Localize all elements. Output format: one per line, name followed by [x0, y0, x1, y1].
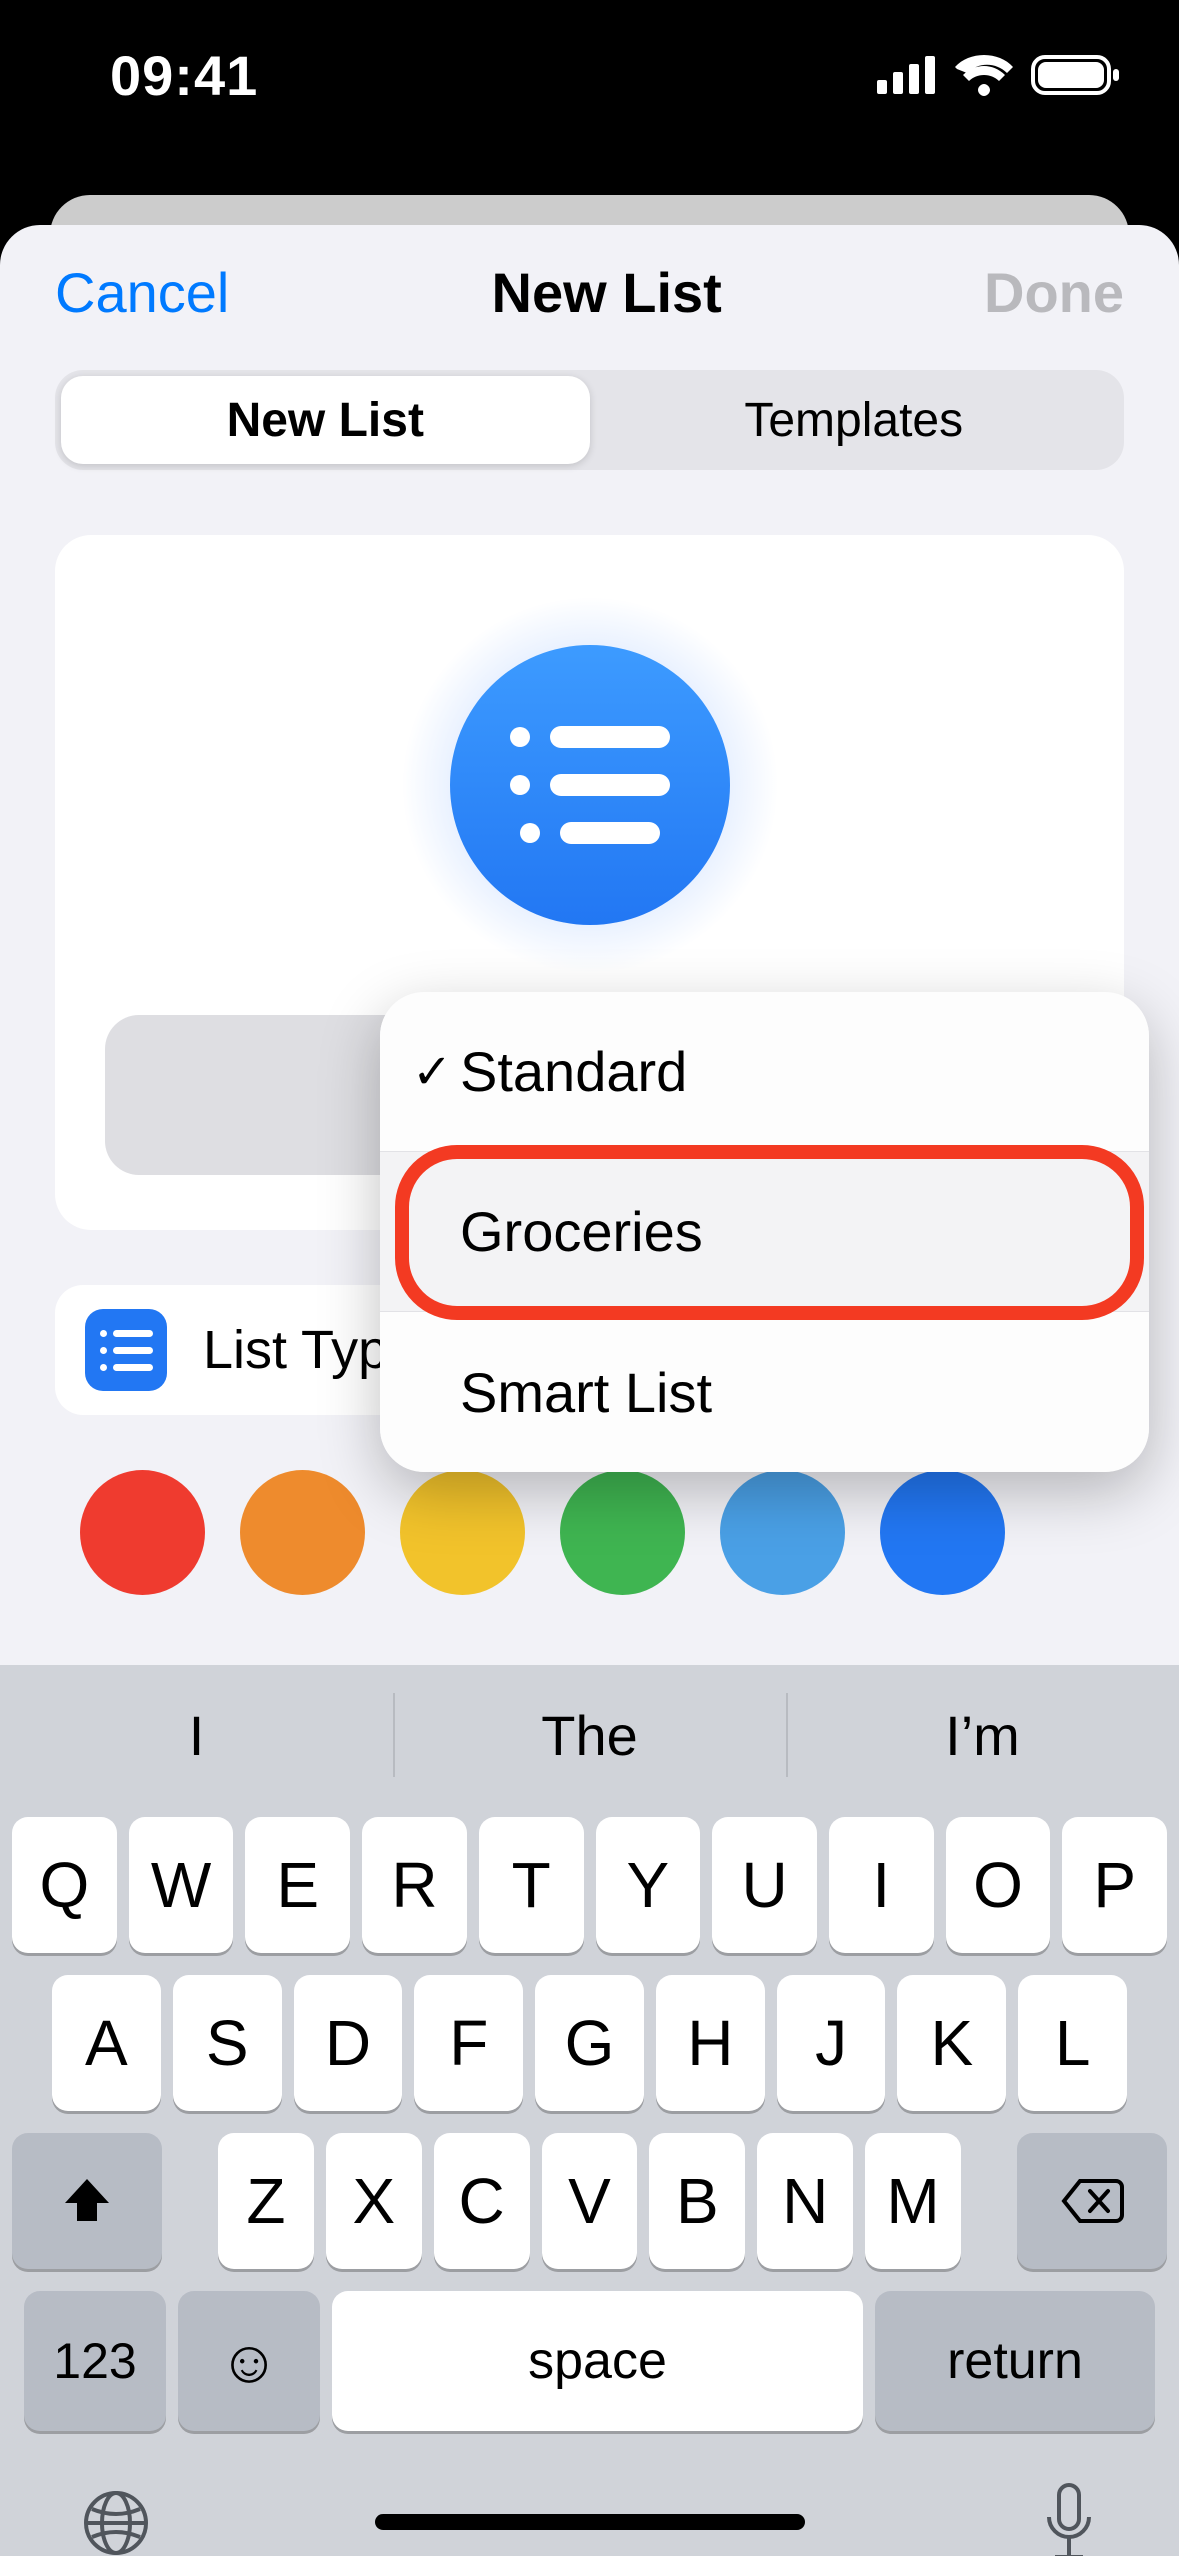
key-row-1: Q W E R T Y U I O P: [12, 1817, 1167, 1953]
tab-templates[interactable]: Templates: [590, 376, 1119, 464]
key-g[interactable]: G: [535, 1975, 644, 2111]
popup-item-label: Standard: [460, 1039, 687, 1104]
key-h[interactable]: H: [656, 1975, 765, 2111]
checkmark-icon: ✓: [412, 1044, 448, 1100]
key-f[interactable]: F: [414, 1975, 523, 2111]
segmented-control[interactable]: New List Templates: [55, 370, 1124, 470]
key-shift[interactable]: [12, 2133, 162, 2269]
suggestion-3[interactable]: I’m: [786, 1665, 1179, 1805]
colors-row: [55, 1470, 1124, 1595]
key-return[interactable]: return: [875, 2291, 1155, 2431]
dictation-icon[interactable]: [1039, 2481, 1099, 2556]
list-type-popup: ✓ Standard Groceries Smart List: [380, 992, 1149, 1472]
key-c[interactable]: C: [434, 2133, 530, 2269]
key-k[interactable]: K: [897, 1975, 1006, 2111]
key-u[interactable]: U: [712, 1817, 817, 1953]
tab-new-list[interactable]: New List: [61, 376, 590, 464]
cellular-signal-icon: [877, 56, 937, 94]
color-swatch-blue[interactable]: [880, 1470, 1005, 1595]
list-type-icon: [85, 1309, 167, 1391]
key-p[interactable]: P: [1062, 1817, 1167, 1953]
done-button[interactable]: Done: [984, 260, 1124, 325]
key-l[interactable]: L: [1018, 1975, 1127, 2111]
list-icon[interactable]: [450, 645, 730, 925]
status-bar: 09:41: [0, 0, 1179, 180]
key-n[interactable]: N: [757, 2133, 853, 2269]
key-backspace[interactable]: [1017, 2133, 1167, 2269]
battery-icon: [1031, 55, 1119, 95]
emoji-icon: ☺: [218, 2327, 279, 2396]
shift-icon: [59, 2173, 115, 2229]
key-o[interactable]: O: [946, 1817, 1051, 1953]
suggestion-2[interactable]: The: [393, 1665, 786, 1805]
color-swatch-orange[interactable]: [240, 1470, 365, 1595]
key-m[interactable]: M: [865, 2133, 961, 2269]
key-v[interactable]: V: [542, 2133, 638, 2269]
list-icon-glow: [400, 595, 780, 975]
key-space[interactable]: space: [332, 2291, 863, 2431]
cancel-button[interactable]: Cancel: [55, 260, 229, 325]
key-j[interactable]: J: [777, 1975, 886, 2111]
key-w[interactable]: W: [129, 1817, 234, 1953]
key-d[interactable]: D: [294, 1975, 403, 2111]
sheet-title: New List: [492, 260, 722, 325]
key-e[interactable]: E: [245, 1817, 350, 1953]
popup-item-standard[interactable]: ✓ Standard: [380, 992, 1149, 1152]
key-z[interactable]: Z: [218, 2133, 314, 2269]
key-r[interactable]: R: [362, 1817, 467, 1953]
backspace-icon: [1060, 2177, 1124, 2225]
suggestion-bar: I The I’m: [0, 1665, 1179, 1805]
color-swatch-red[interactable]: [80, 1470, 205, 1595]
wifi-icon: [955, 54, 1013, 96]
key-s[interactable]: S: [173, 1975, 282, 2111]
key-emoji[interactable]: ☺: [178, 2291, 320, 2431]
key-q[interactable]: Q: [12, 1817, 117, 1953]
color-swatch-lightblue[interactable]: [720, 1470, 845, 1595]
key-row-bottom: 123 ☺ space return: [12, 2291, 1167, 2431]
sheet-header: Cancel New List Done: [0, 225, 1179, 360]
popup-item-groceries[interactable]: Groceries: [380, 1152, 1149, 1312]
key-i[interactable]: I: [829, 1817, 934, 1953]
color-swatch-green[interactable]: [560, 1470, 685, 1595]
color-swatch-yellow[interactable]: [400, 1470, 525, 1595]
popup-item-label: Groceries: [460, 1199, 703, 1264]
key-y[interactable]: Y: [596, 1817, 701, 1953]
key-a[interactable]: A: [52, 1975, 161, 2111]
suggestion-1[interactable]: I: [0, 1665, 393, 1805]
globe-icon[interactable]: [80, 2487, 152, 2556]
keyboard: I The I’m Q W E R T Y U I O P A S D F: [0, 1665, 1179, 2556]
key-t[interactable]: T: [479, 1817, 584, 1953]
home-indicator[interactable]: [375, 2514, 805, 2530]
popup-item-smartlist[interactable]: Smart List: [380, 1312, 1149, 1472]
status-time: 09:41: [110, 43, 258, 108]
key-b[interactable]: B: [649, 2133, 745, 2269]
key-row-3: Z X C V B N M: [12, 2133, 1167, 2269]
key-x[interactable]: X: [326, 2133, 422, 2269]
keyboard-footer: [0, 2431, 1179, 2556]
status-icons: [877, 54, 1119, 96]
key-123[interactable]: 123: [24, 2291, 166, 2431]
key-row-2: A S D F G H J K L: [12, 1975, 1167, 2111]
popup-item-label: Smart List: [460, 1360, 712, 1425]
